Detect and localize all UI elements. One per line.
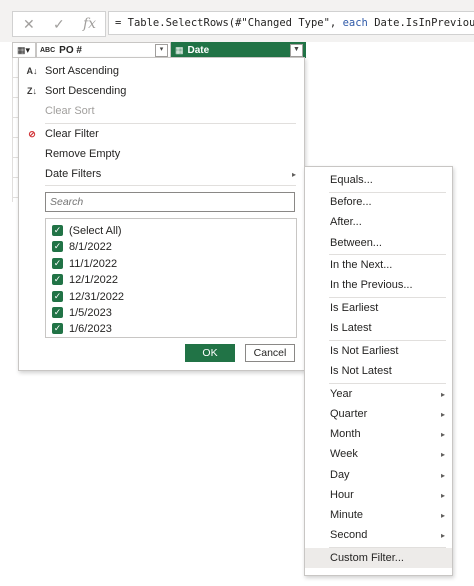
list-item-label: 8/1/2022	[69, 240, 112, 253]
date-filters-submenu: Equals... Before... After... Between... …	[304, 166, 453, 576]
list-item[interactable]: ✓ 12/31/2022	[52, 288, 124, 305]
sort-ascending-item[interactable]: A↓ Sort Ascending	[19, 61, 304, 81]
list-item-label: 11/1/2022	[69, 257, 118, 270]
close-icon[interactable]: ✕	[23, 16, 35, 33]
column-header-po[interactable]: ABC PO # ▾	[36, 42, 171, 58]
chevron-right-icon: ▸	[440, 510, 445, 520]
clear-sort-item[interactable]: Clear Sort	[19, 101, 304, 121]
formula-bar: ✕ ✓ fx = Table.SelectRows(#"Changed Type…	[0, 4, 474, 42]
list-item[interactable]: ✓ 1/6/2023	[52, 320, 112, 337]
date-filter-before[interactable]: Before...	[305, 192, 452, 212]
date-filter-second[interactable]: Second ▸	[305, 525, 452, 545]
date-filter-in-the-previous[interactable]: In the Previous...	[305, 275, 452, 295]
clear-filter-label: Clear Filter	[45, 128, 99, 140]
table-icon: ▦▾	[17, 44, 31, 55]
list-item[interactable]: ✓ 8/1/2022	[52, 238, 112, 255]
divider	[45, 185, 296, 186]
column-label-date: Date	[187, 44, 210, 56]
checkbox-checked-icon[interactable]: ✓	[52, 274, 63, 285]
table-menu-header[interactable]: ▦▾	[12, 42, 36, 58]
cancel-button[interactable]: Cancel	[245, 344, 295, 362]
formula-prefix: = Table.SelectRows(#"Changed Type",	[115, 17, 343, 29]
chevron-right-icon: ▸	[440, 449, 445, 459]
fx-icon[interactable]: fx	[83, 16, 96, 32]
text-type-icon: ABC	[40, 46, 56, 54]
date-filter-is-latest[interactable]: Is Latest	[305, 318, 452, 338]
date-filter-equals[interactable]: Equals...	[305, 170, 452, 190]
list-item[interactable]: ✓ (Select All)	[52, 222, 122, 239]
formula-keyword: each	[342, 17, 368, 29]
checkbox-checked-icon[interactable]: ✓	[52, 291, 63, 302]
clear-sort-label: Clear Sort	[45, 105, 95, 117]
sort-descending-label: Sort Descending	[45, 85, 127, 97]
calendar-icon: ▦	[175, 44, 184, 55]
date-filter-after[interactable]: After...	[305, 212, 452, 232]
date-filter-year[interactable]: Year ▸	[305, 384, 452, 404]
check-icon[interactable]: ✓	[53, 16, 65, 33]
date-filter-is-not-earliest[interactable]: Is Not Earliest	[305, 341, 452, 361]
list-item[interactable]: ✓ 11/1/2022	[52, 255, 117, 272]
column-filter-dropdown: A↓ Sort Ascending Z↓ Sort Descending Cle…	[18, 57, 305, 371]
chevron-right-icon: ▸	[440, 409, 445, 419]
list-item-label: (Select All)	[69, 224, 122, 237]
list-item-label: 12/31/2022	[69, 290, 125, 303]
sort-descending-item[interactable]: Z↓ Sort Descending	[19, 81, 304, 101]
date-filters-item[interactable]: Date Filters ▸	[19, 164, 304, 184]
sort-ascending-label: Sort Ascending	[45, 65, 119, 77]
remove-empty-item[interactable]: Remove Empty	[19, 144, 304, 164]
date-filter-is-earliest[interactable]: Is Earliest	[305, 298, 452, 318]
clear-filter-icon: ⊘	[28, 128, 36, 139]
list-item[interactable]: ✓ 12/1/2022	[52, 271, 118, 288]
value-list: ✓ (Select All) ✓ 8/1/2022 ✓ 11/1/2022 ✓ 12/1…	[45, 218, 297, 338]
remove-empty-label: Remove Empty	[45, 148, 121, 160]
chevron-right-icon: ▸	[440, 389, 445, 399]
date-filter-hour[interactable]: Hour ▸	[305, 485, 452, 505]
date-filter-in-the-next[interactable]: In the Next...	[305, 255, 452, 275]
date-filter-week[interactable]: Week ▸	[305, 444, 452, 464]
date-filter-is-not-latest[interactable]: Is Not Latest	[305, 361, 452, 381]
column-header-date[interactable]: ▦ Date ▼	[171, 42, 306, 58]
checkbox-checked-icon[interactable]: ✓	[52, 241, 63, 252]
checkbox-checked-icon[interactable]: ✓	[52, 225, 63, 236]
list-item-label: 12/1/2022	[69, 273, 118, 286]
formula-rest: Date.IsInPreviousYear([D	[374, 17, 474, 29]
date-filter-between[interactable]: Between...	[305, 233, 452, 253]
chevron-right-icon: ▸	[440, 490, 445, 500]
date-filter-month[interactable]: Month ▸	[305, 424, 452, 444]
sort-ascending-icon: A↓	[26, 66, 38, 76]
list-item[interactable]: ✓ 1/5/2023	[52, 304, 112, 321]
column-label-po: PO #	[59, 44, 82, 56]
chevron-right-icon: ▸	[291, 169, 296, 179]
formula-input[interactable]: = Table.SelectRows(#"Changed Type", each…	[108, 11, 474, 35]
formula-controls: ✕ ✓ fx	[12, 11, 106, 37]
clear-filter-item[interactable]: ⊘ Clear Filter	[19, 124, 304, 144]
list-item-label: 1/6/2023	[69, 322, 112, 335]
search-field[interactable]	[45, 192, 295, 212]
chevron-right-icon: ▸	[440, 530, 445, 540]
date-filter-custom-filter[interactable]: Custom Filter...	[305, 548, 452, 568]
date-filter-quarter[interactable]: Quarter ▸	[305, 404, 452, 424]
search-input[interactable]	[46, 193, 294, 211]
ok-button[interactable]: OK	[185, 344, 235, 362]
chevron-right-icon: ▸	[440, 470, 445, 480]
date-filter-day[interactable]: Day ▸	[305, 465, 452, 485]
checkbox-checked-icon[interactable]: ✓	[52, 307, 63, 318]
sort-descending-icon: Z↓	[27, 86, 37, 96]
chevron-down-icon[interactable]: ▾	[155, 44, 168, 57]
date-filter-minute[interactable]: Minute ▸	[305, 505, 452, 525]
filter-icon[interactable]: ▼	[290, 44, 303, 57]
checkbox-checked-icon[interactable]: ✓	[52, 323, 63, 334]
date-filters-label: Date Filters	[45, 168, 102, 180]
checkbox-checked-icon[interactable]: ✓	[52, 258, 63, 269]
list-item-label: 1/5/2023	[69, 306, 112, 319]
chevron-right-icon: ▸	[440, 429, 445, 439]
